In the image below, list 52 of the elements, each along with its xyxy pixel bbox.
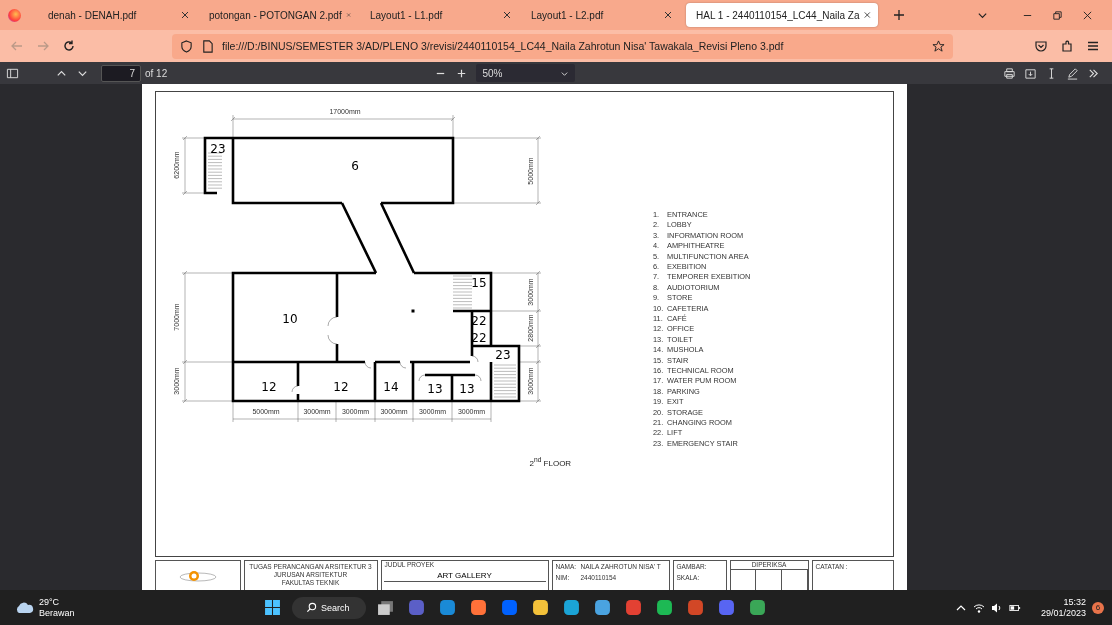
clock[interactable]: 15:32 29/01/2023 [1040, 596, 1086, 619]
project-title: ART GALLERY [436, 570, 493, 580]
search-icon [306, 602, 317, 613]
pocket-icon[interactable] [1034, 39, 1048, 53]
close-icon[interactable] [863, 10, 872, 20]
speaker-icon[interactable] [990, 601, 1003, 614]
close-icon[interactable] [180, 10, 190, 20]
shield-icon[interactable] [180, 39, 193, 53]
room-number: 12 [260, 379, 277, 394]
close-icon[interactable] [1082, 9, 1093, 21]
room-number: 22 [470, 330, 487, 345]
page-icon [201, 39, 214, 53]
close-icon[interactable] [502, 10, 512, 20]
browser-tab[interactable]: Layout1 - L2.pdf [521, 3, 679, 27]
address-bar[interactable]: file:///D:/BINUS/SEMESTER 3/AD/PLENO 3/revisi/2440110154_LC44_Naila Zahrotun Nisa' Tawakala_Revisi Pleno 3.pdf [172, 33, 953, 59]
search-button[interactable]: Search [292, 596, 366, 619]
puzzle-icon[interactable] [1060, 39, 1074, 53]
floor-title: 2$^{nd}$ FLOOR [529, 456, 572, 468]
room-number: 15 [470, 275, 487, 290]
task-view-icon[interactable] [376, 599, 394, 616]
sidebar-icon[interactable] [6, 66, 19, 80]
restore-icon[interactable] [1052, 9, 1063, 21]
reload-icon[interactable] [62, 39, 76, 53]
close-icon[interactable] [663, 10, 673, 20]
browser-tab[interactable]: Layout1 - L1.pdf [360, 3, 518, 27]
room-number: 23 [209, 141, 226, 156]
browser-tab[interactable]: HAL 1 - 2440110154_LC44_Naila Za [686, 3, 878, 27]
weather-text[interactable]: Berawan [39, 607, 75, 619]
menu-icon[interactable] [1086, 39, 1100, 53]
pen-icon[interactable] [1066, 66, 1079, 80]
room-number: 13 [458, 381, 475, 396]
temperature[interactable]: 29°C [39, 596, 75, 608]
room-number: 23 [494, 347, 511, 362]
zoom-dropdown[interactable]: 50% [476, 64, 576, 82]
page-number-field[interactable]: 7 [101, 64, 141, 82]
page-count: of 12 [145, 67, 168, 79]
windows-icon[interactable] [264, 599, 281, 616]
browser-tab[interactable]: denah - DENAH.pdf [38, 3, 196, 27]
browser-tab[interactable]: potongan - POTONGAN 2.pdf [199, 3, 357, 27]
download-icon[interactable] [1024, 66, 1037, 80]
room-number: 10 [281, 311, 298, 326]
room-number: 6 [350, 158, 359, 173]
plus-icon[interactable] [893, 9, 905, 21]
room-number: 12 [332, 379, 349, 394]
room-number: 22 [470, 313, 487, 328]
room-number: 14 [382, 379, 399, 394]
star-icon[interactable] [932, 39, 945, 53]
room-number: 13 [426, 381, 443, 396]
wifi-icon[interactable] [972, 601, 985, 614]
notification-badge[interactable]: 6 [1092, 601, 1104, 614]
printer-icon[interactable] [1003, 66, 1016, 80]
cloud-icon[interactable] [14, 600, 34, 615]
